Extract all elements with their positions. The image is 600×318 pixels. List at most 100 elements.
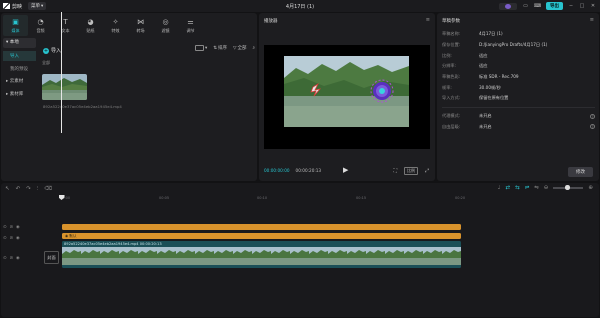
divider <box>442 106 595 108</box>
zoom-out-icon[interactable]: ⊖ <box>544 185 549 191</box>
filter-button[interactable]: ▽ 全部 <box>233 45 247 52</box>
delete-icon[interactable]: ⌫ <box>44 186 52 192</box>
filter-label: 全部 <box>237 46 247 51</box>
more-icon[interactable]: ≡ <box>590 17 594 23</box>
main-track-magnet-icon[interactable]: ⇄ <box>505 185 510 191</box>
filmstrip-frame <box>176 247 195 265</box>
prop-row: 草稿名称: 4月17日 (1) <box>442 29 595 40</box>
prop-key: 保存位置: <box>442 42 461 48</box>
tab-adjust[interactable]: ⚌ 调节 <box>178 15 203 36</box>
prop-value: 30.00帧/秒 <box>479 84 501 90</box>
filmstrip-frame <box>81 247 100 265</box>
filmstrip-frame <box>157 247 176 265</box>
ruler-tick: 00:10 <box>257 196 268 200</box>
eye-icon[interactable]: ◉ <box>16 255 20 260</box>
text-track-clip[interactable]: ◉ 默认 <box>62 233 461 239</box>
tab-audio[interactable]: ◔ 音频 <box>28 15 53 36</box>
prop-key: 草稿色彩: <box>442 74 461 80</box>
prop-value: 标准 SDR - Rec.709 <box>479 74 519 80</box>
redo-icon[interactable]: ↷ <box>26 186 31 192</box>
split-icon[interactable]: ⫶ <box>37 186 38 193</box>
sidebar-item-local[interactable]: ▾ 本地 <box>3 38 36 48</box>
modify-label: 修改 <box>576 170 585 175</box>
video-viewer[interactable] <box>264 45 430 149</box>
modify-button[interactable]: 修改 <box>568 167 593 177</box>
filmstrip-frame <box>442 247 461 265</box>
help-icon[interactable]: ? <box>590 124 595 130</box>
account-badge[interactable] <box>499 2 517 10</box>
zoom-slider[interactable] <box>553 185 584 190</box>
tab-text[interactable]: T 文本 <box>53 15 78 36</box>
search-button[interactable]: ⌕ <box>252 45 255 51</box>
prop-row: 帧率: 30.00帧/秒 <box>442 82 595 93</box>
ratio-button[interactable]: 比例 <box>403 167 418 175</box>
close-icon[interactable]: ✕ <box>590 3 596 9</box>
eye-icon[interactable]: ◉ <box>16 224 20 229</box>
prop-value: 未开启 <box>479 113 492 119</box>
lock-icon[interactable]: ⊙ <box>3 224 7 229</box>
filter-icon: ◎ <box>162 17 169 26</box>
filmstrip-frame <box>119 247 138 265</box>
eye-icon[interactable]: ◉ <box>16 235 20 240</box>
hide-icon[interactable]: ⊘ <box>10 255 14 260</box>
funnel-icon: ▽ <box>233 45 237 51</box>
media-panel: ▣ 媒体 ◔ 音频 T 文本 ◕ 贴纸 ✧ 特效 ⋈ 转场 ◎ 滤镜 ⚌ 调节 ▾ 本地 导入 … <box>1 13 257 181</box>
tab-media[interactable]: ▣ 媒体 <box>3 15 28 36</box>
play-icon[interactable]: ▶ <box>343 166 348 174</box>
link-icon[interactable]: ⇌ <box>525 185 530 191</box>
tab-filter[interactable]: ◎ 滤镜 <box>153 15 178 36</box>
microphone-icon[interactable]: ♩ <box>498 185 501 191</box>
app-window: 剪映 菜单 ▾ 4月17日 (1) ▭ ⌨ 导出 ─ □ ✕ ▣ 媒体 ◔ 音频 T… <box>0 0 600 318</box>
select-cursor-icon[interactable]: ↖ <box>5 186 10 192</box>
tab-sticker[interactable]: ◕ 贴纸 <box>78 15 103 36</box>
sort-button[interactable]: ⇅ 排序 <box>213 45 227 52</box>
export-button[interactable]: 导出 <box>546 2 563 10</box>
track-controls: ⊙ ⊘ ◉ <box>3 235 20 240</box>
hide-icon[interactable]: ⊘ <box>10 235 14 240</box>
sidebar-item-import[interactable]: 导入 <box>3 51 36 61</box>
media-clip-thumbnail[interactable] <box>42 74 87 100</box>
video-track-clip[interactable]: 892a52240e37ac05e4eb2aa1945e4.mp4 00:00:… <box>62 241 461 268</box>
prop-key: 帧率: <box>442 84 452 90</box>
minimize-icon[interactable]: ─ <box>568 3 574 9</box>
sort-label: 排序 <box>218 46 227 51</box>
prop-value: 适应 <box>479 63 488 69</box>
crop-icon[interactable]: ⛶ <box>393 168 397 174</box>
filmstrip-frame <box>233 247 252 265</box>
maximize-icon[interactable]: □ <box>579 3 585 9</box>
timeline-ruler[interactable]: 00:00 00:05 00:10 00:15 00:20 <box>60 196 592 203</box>
tab-transition[interactable]: ⋈ 转场 <box>128 15 153 36</box>
lock-icon[interactable]: ⊙ <box>3 235 7 240</box>
transition-icon: ⋈ <box>137 17 144 26</box>
video-clip-label: 892a52240e37ac05e4eb2aa1945e4.mp4 00:00:… <box>64 241 162 246</box>
filmstrip-frame <box>309 247 328 265</box>
tab-effects[interactable]: ✧ 特效 <box>103 15 128 36</box>
prop-key: 导入方式: <box>442 95 461 101</box>
import-button[interactable]: + 导入 <box>43 47 61 54</box>
prop-row: 代理模式: 未开启? <box>442 111 595 122</box>
preview-axis-icon[interactable]: ⇋ <box>534 185 539 191</box>
shortcut-icon[interactable]: ⌨ <box>534 3 541 10</box>
sidebar-item-label: 我的预设 <box>10 67 28 72</box>
help-icon[interactable]: ? <box>590 113 595 119</box>
layout-icon[interactable]: ▭ <box>522 3 529 10</box>
effect-track-clip[interactable] <box>62 224 461 230</box>
zoom-in-icon[interactable]: ⊕ <box>588 185 593 191</box>
cover-button[interactable]: 封面 <box>44 251 59 264</box>
sidebar-item-presets[interactable]: 我的预设 <box>3 64 36 74</box>
sidebar-item-cloud[interactable]: ▸ 云素材 <box>3 77 36 87</box>
auto-snap-icon[interactable]: ⇆ <box>515 185 520 191</box>
view-toggle-button[interactable]: ▾ <box>194 45 207 51</box>
undo-icon[interactable]: ↶ <box>16 186 21 192</box>
playhead[interactable] <box>61 12 62 133</box>
prop-value: 4月17日 (1) <box>479 31 503 37</box>
hide-icon[interactable]: ⊘ <box>10 224 14 229</box>
menu-button[interactable]: 菜单 ▾ <box>28 2 47 10</box>
more-icon[interactable]: ≡ <box>426 17 430 23</box>
fullscreen-icon[interactable]: ⤢ <box>425 168 429 174</box>
lock-icon[interactable]: ⊙ <box>3 255 7 260</box>
properties-panel: 草稿参数 ≡ 草稿名称: 4月17日 (1) 保存位置: D:/JianyingPr… <box>437 13 599 181</box>
prop-row: 草稿色彩: 标准 SDR - Rec.709 <box>442 72 595 83</box>
player-panel: 播放器 ≡ 00:00:00:00 00:00:20:13 ▶ ⛶ 比例 ⤢ <box>259 13 435 181</box>
sidebar-item-library[interactable]: ▸ 素材库 <box>3 90 36 100</box>
